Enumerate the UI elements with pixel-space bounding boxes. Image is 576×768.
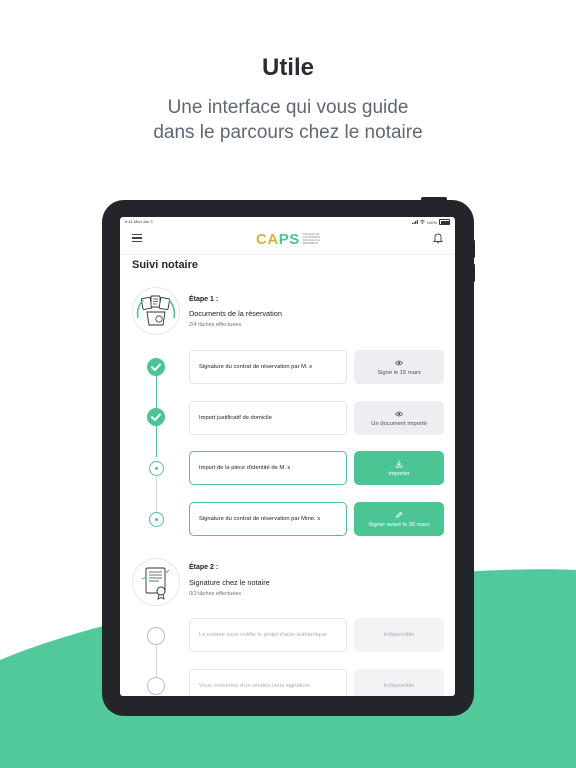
step-2-badge bbox=[132, 558, 180, 606]
timeline-connector bbox=[155, 372, 157, 410]
logo-letter-a: A bbox=[267, 230, 279, 248]
task-card: Vous convenez d'un rendez-vous signature bbox=[189, 669, 347, 696]
task-pending-indicator bbox=[147, 627, 165, 645]
task-label: Signature du contrat de réservation par … bbox=[199, 364, 313, 370]
task-card: Signature du contrat de réservation par … bbox=[189, 350, 347, 384]
documents-icon bbox=[136, 295, 176, 326]
timeline-connector bbox=[155, 477, 157, 513]
contract-icon bbox=[141, 567, 170, 600]
status-time: 9:41 Mon Jun 3 bbox=[125, 219, 153, 224]
task-pending-indicator bbox=[147, 677, 165, 695]
battery-percent: 100% bbox=[426, 219, 437, 225]
marketing-headline: Utile bbox=[261, 54, 314, 81]
app-header: CAPS COLLEGE DE L'ACCESSION SOCIALE A LA… bbox=[120, 226, 455, 255]
tablet-screen: 9:41 Mon Jun 3 100% CAPS COLLEGE DE L'AC… bbox=[120, 217, 455, 696]
task-label: Signature du contrat de réservation par … bbox=[199, 516, 321, 522]
task-card: Signature du contrat de réservation par … bbox=[189, 502, 347, 536]
caps-logo: CAPS COLLEGE DE L'ACCESSION SOCIALE A LA… bbox=[256, 229, 331, 249]
task-done-indicator bbox=[147, 358, 165, 376]
action-label: Signé le 15 mars bbox=[377, 369, 421, 376]
unavailable-button: Indisponible bbox=[354, 618, 444, 652]
marketing-subtitle: Une interface qui vous guide dans le par… bbox=[0, 95, 576, 145]
timeline-connector bbox=[155, 425, 157, 457]
check-icon bbox=[151, 413, 161, 421]
download-icon bbox=[395, 460, 403, 467]
check-icon bbox=[151, 363, 161, 371]
pen-icon bbox=[396, 511, 403, 518]
timeline-connector bbox=[155, 645, 157, 677]
task-card: Import de la pièce d'identité de M. x bbox=[189, 451, 347, 485]
battery-icon bbox=[439, 219, 450, 225]
step-2-progress: 0/3 tâches effectuées bbox=[189, 591, 242, 597]
task-done-indicator bbox=[147, 408, 165, 426]
action-label: Un document importé bbox=[371, 420, 427, 427]
subtitle-line-1: Une interface qui vous guide bbox=[167, 97, 409, 118]
import-button[interactable]: Importer bbox=[354, 451, 444, 485]
action-label: Signer avant le 30 mars bbox=[368, 521, 430, 528]
wifi-icon bbox=[420, 220, 425, 224]
status-bar: 9:41 Mon Jun 3 100% bbox=[120, 217, 455, 226]
action-label: Indisponible bbox=[383, 683, 415, 689]
step-2-name: Signature chez le notaire bbox=[189, 578, 270, 587]
task-current-indicator bbox=[149, 461, 164, 476]
task-label: Vous convenez d'un rendez-vous signature bbox=[199, 683, 310, 689]
task-card: Import justificatif de domicile bbox=[189, 401, 347, 435]
hamburger-menu-icon[interactable] bbox=[132, 234, 142, 242]
eye-icon bbox=[395, 360, 403, 365]
task-current-indicator bbox=[149, 512, 164, 527]
view-signature-button[interactable]: Signé le 15 mars bbox=[354, 350, 444, 384]
view-document-button[interactable]: Un document importé bbox=[354, 401, 444, 435]
eye-icon bbox=[395, 411, 403, 416]
task-label: Import de la pièce d'identité de M. x bbox=[199, 465, 291, 471]
step-1-badge bbox=[132, 287, 180, 335]
page-title: Suivi notaire bbox=[132, 259, 199, 271]
logo-letter-c: C bbox=[256, 230, 268, 248]
task-label: Le notaire vous notifie le projet d'acte… bbox=[199, 632, 327, 638]
bell-icon[interactable] bbox=[433, 232, 443, 244]
action-label: Importer bbox=[388, 470, 410, 477]
step-1-label: Étape 1 : bbox=[189, 296, 219, 303]
logo-letter-s: S bbox=[289, 230, 300, 248]
sign-button[interactable]: Signer avant le 30 mars bbox=[354, 502, 444, 536]
subtitle-line-2: dans le parcours chez le notaire bbox=[153, 122, 423, 143]
action-label: Indisponible bbox=[383, 632, 415, 638]
unavailable-button: Indisponible bbox=[354, 669, 444, 696]
task-card: Le notaire vous notifie le projet d'acte… bbox=[189, 618, 347, 652]
logo-letter-p: P bbox=[278, 230, 290, 248]
task-label: Import justificatif de domicile bbox=[199, 415, 272, 421]
step-1-progress: 2/4 tâches effectuées bbox=[189, 322, 242, 328]
step-2-label: Étape 2 : bbox=[189, 564, 219, 571]
signal-icon bbox=[411, 220, 418, 224]
step-1-name: Documents de la réservation bbox=[189, 309, 282, 318]
status-indicators: 100% bbox=[411, 219, 450, 225]
logo-tagline: COLLEGE DE L'ACCESSION SOCIALE A LA PROP… bbox=[302, 233, 321, 245]
